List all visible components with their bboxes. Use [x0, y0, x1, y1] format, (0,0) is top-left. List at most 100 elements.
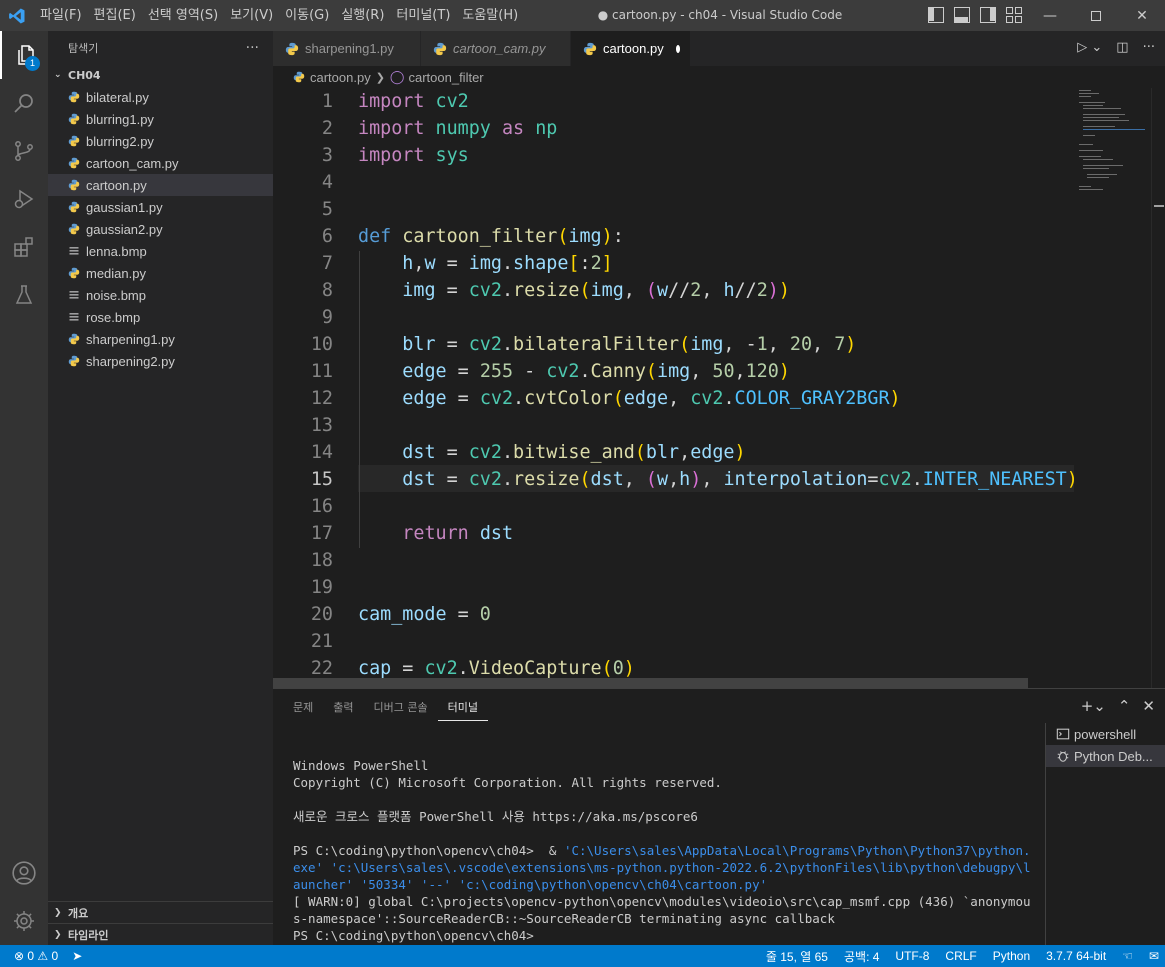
menu-terminal[interactable]: 터미널(T) — [390, 0, 456, 31]
code-line[interactable]: 13 — [273, 412, 1073, 439]
code-line[interactable]: 8 img = cv2.resize(img, (w//2, h//2)) — [273, 277, 1073, 304]
outline-section[interactable]: ❯ 개요 — [48, 901, 273, 923]
file-item[interactable]: gaussian2.py — [48, 218, 273, 240]
notifications-bell-icon[interactable]: ✉ — [1149, 949, 1159, 963]
menu-go[interactable]: 이동(G) — [279, 0, 335, 31]
file-item[interactable]: lenna.bmp — [48, 240, 273, 262]
minimize-button[interactable]: — — [1027, 0, 1073, 31]
vertical-scrollbar[interactable] — [1151, 88, 1165, 688]
tab-sharpening1[interactable]: sharpening1.py — [273, 31, 421, 66]
code-line[interactable]: 12 edge = cv2.cvtColor(edge, cv2.COLOR_G… — [273, 385, 1073, 412]
code-line[interactable]: 10 blr = cv2.bilateralFilter(img, -1, 20… — [273, 331, 1073, 358]
code-editor[interactable]: 1 import cv2 2 import numpy as np 3 import sy… — [273, 88, 1165, 688]
code-line[interactable]: 1 import cv2 — [273, 88, 1073, 115]
horizontal-scrollbar[interactable] — [273, 678, 1028, 688]
file-item[interactable]: blurring1.py — [48, 108, 273, 130]
run-python-button[interactable]: ▷ ⌄ — [1077, 40, 1102, 55]
file-item[interactable]: median.py — [48, 262, 273, 284]
outline-label: 개요 — [68, 906, 89, 920]
tab-output[interactable]: 출력 — [323, 697, 363, 721]
indentation[interactable]: 공백: 4 — [844, 948, 879, 965]
code-line[interactable]: 3 import sys — [273, 142, 1073, 169]
menu-selection[interactable]: 선택 영역(S) — [142, 0, 224, 31]
end-of-line[interactable]: CRLF — [945, 949, 976, 963]
menu-help[interactable]: 도움말(H) — [456, 0, 524, 31]
code-line[interactable]: 15 dst = cv2.resize(dst, (w,h), interpol… — [273, 466, 1078, 493]
more-actions-icon[interactable]: ··· — [1143, 40, 1155, 55]
code-line[interactable]: 2 import numpy as np — [273, 115, 1073, 142]
code-line[interactable]: 21 — [273, 628, 1073, 655]
minimap[interactable] — [1075, 88, 1145, 198]
file-item[interactable]: gaussian1.py — [48, 196, 273, 218]
code-line[interactable]: 18 — [273, 547, 1073, 574]
close-button[interactable]: ✕ — [1119, 0, 1165, 31]
file-item[interactable]: sharpening1.py — [48, 328, 273, 350]
code-line[interactable]: 7 h,w = img.shape[:2] — [273, 250, 1073, 277]
split-editor-icon[interactable]: ◫ — [1116, 40, 1128, 55]
code-line[interactable]: 11 edge = 255 - cv2.Canny(img, 50,120) — [273, 358, 1073, 385]
cursor-position[interactable]: 줄 15, 열 65 — [766, 948, 828, 965]
tab-cartoon[interactable]: cartoon.py — [571, 31, 691, 66]
code-line[interactable]: 9 — [273, 304, 1073, 331]
testing-icon[interactable] — [0, 271, 48, 319]
code-line[interactable]: 6 def cartoon_filter(img): — [273, 223, 1073, 250]
new-terminal-icon[interactable]: +⌄ — [1081, 697, 1106, 715]
file-item[interactable]: cartoon_cam.py — [48, 152, 273, 174]
terminal-output[interactable]: Windows PowerShell Copyright (C) Microso… — [293, 740, 1033, 944]
python-interpreter[interactable]: 3.7.7 64-bit — [1046, 949, 1106, 963]
python-file-icon — [66, 133, 82, 149]
terminal-python-debug[interactable]: Python Deb... — [1046, 745, 1165, 767]
toggle-panel-icon[interactable] — [954, 7, 970, 23]
search-icon[interactable] — [0, 79, 48, 127]
maximize-button[interactable] — [1073, 0, 1119, 31]
feedback-icon[interactable]: ☜ — [1122, 949, 1133, 963]
account-icon[interactable] — [0, 849, 48, 897]
code-line[interactable]: 19 — [273, 574, 1073, 601]
maximize-panel-icon[interactable]: ⌃ — [1118, 697, 1131, 715]
file-label: cartoon_cam.py — [86, 155, 179, 171]
customize-layout-icon[interactable] — [1006, 7, 1022, 23]
tab-cartoon-cam[interactable]: cartoon_cam.py — [421, 31, 571, 66]
file-item[interactable]: blurring2.py — [48, 130, 273, 152]
unsaved-dot-icon[interactable] — [675, 44, 680, 53]
menu-file[interactable]: 파일(F) — [34, 0, 88, 31]
file-item[interactable]: rose.bmp — [48, 306, 273, 328]
tab-problems[interactable]: 문제 — [283, 697, 323, 721]
settings-gear-icon[interactable] — [0, 897, 48, 945]
code-line[interactable]: 17 return dst — [273, 520, 1073, 547]
toggle-sidebar-icon[interactable] — [928, 7, 944, 23]
explorer-icon[interactable]: 1 — [0, 31, 48, 79]
python-file-icon — [293, 71, 305, 83]
code-line[interactable]: 5 — [273, 196, 1073, 223]
file-item[interactable]: sharpening2.py — [48, 350, 273, 372]
code-line[interactable]: 4 — [273, 169, 1073, 196]
line-number: 13 — [310, 415, 333, 436]
menu-view[interactable]: 보기(V) — [224, 0, 279, 31]
language-mode[interactable]: Python — [993, 949, 1030, 963]
menu-run[interactable]: 실행(R) — [335, 0, 390, 31]
encoding[interactable]: UTF-8 — [895, 949, 929, 963]
code-line[interactable]: 20 cam_mode = 0 — [273, 601, 1073, 628]
problems-status[interactable]: ⊗ 0 ⚠ 0 — [14, 949, 58, 963]
tab-terminal[interactable]: 터미널 — [437, 697, 488, 721]
folder-ch04[interactable]: ⌄ CH04 — [48, 64, 273, 86]
line-number: 11 — [310, 361, 333, 382]
breadcrumb-file[interactable]: cartoon.py — [310, 70, 371, 85]
breadcrumb-symbol[interactable]: cartoon_filter — [408, 70, 483, 85]
debug-launch-icon[interactable]: ➤ — [72, 949, 82, 963]
file-item[interactable]: cartoon.py — [48, 174, 273, 196]
file-item[interactable]: bilateral.py — [48, 86, 273, 108]
timeline-section[interactable]: ❯ 타임라인 — [48, 923, 273, 945]
menu-edit[interactable]: 편집(E) — [88, 0, 142, 31]
toggle-secondary-sidebar-icon[interactable] — [980, 7, 996, 23]
terminal-powershell[interactable]: powershell — [1046, 723, 1165, 745]
source-control-icon[interactable] — [0, 127, 48, 175]
close-panel-icon[interactable]: ✕ — [1142, 697, 1155, 715]
tab-debug-console[interactable]: 디버그 콘솔 — [364, 697, 438, 721]
code-line[interactable]: 16 — [273, 493, 1073, 520]
more-actions-button[interactable]: ··· — [246, 40, 259, 56]
extensions-icon[interactable] — [0, 223, 48, 271]
file-item[interactable]: noise.bmp — [48, 284, 273, 306]
code-line[interactable]: 14 dst = cv2.bitwise_and(blr,edge) — [273, 439, 1073, 466]
run-debug-icon[interactable] — [0, 175, 48, 223]
